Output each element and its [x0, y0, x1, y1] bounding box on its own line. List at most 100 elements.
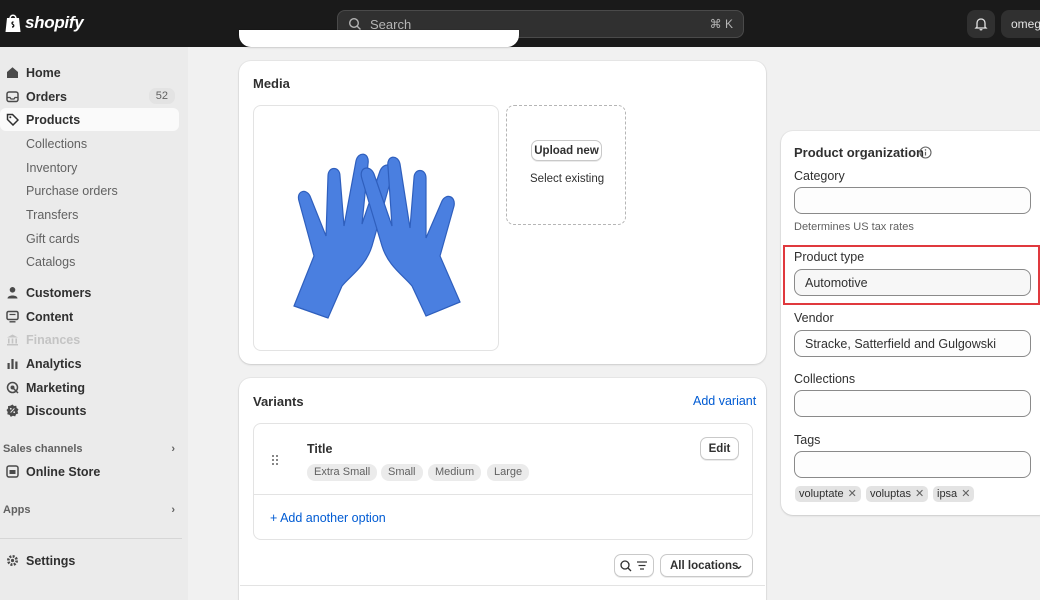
gloves-image: [293, 153, 461, 319]
sidebar-subitem-purchase-orders[interactable]: Purchase orders: [26, 184, 118, 198]
person-icon: [5, 286, 19, 300]
sidebar-subitem-catalogs[interactable]: Catalogs: [26, 255, 75, 269]
tag-label: voluptas: [870, 488, 911, 500]
sidebar-item-label: Analytics: [26, 356, 82, 371]
previous-card-edge: [239, 30, 519, 47]
sidebar-item-analytics[interactable]: Analytics: [0, 352, 179, 375]
store-menu-button[interactable]: omega: [1001, 10, 1040, 38]
add-another-option-label: Add another option: [280, 511, 386, 525]
bar-chart-icon: [5, 357, 19, 371]
collections-label: Collections: [794, 372, 856, 386]
gear-icon: [5, 554, 19, 568]
tags-input[interactable]: [794, 451, 1031, 478]
content-icon: [5, 310, 19, 324]
add-variant-link[interactable]: Add variant: [693, 394, 756, 408]
inbox-icon: [5, 90, 19, 104]
option-value-chip: Medium: [428, 464, 482, 481]
bell-icon: [974, 18, 988, 31]
plus-icon: +: [270, 511, 281, 525]
drag-handle-icon[interactable]: [271, 454, 279, 466]
sidebar-item-products[interactable]: Products: [0, 108, 179, 131]
sidebar-item-customers[interactable]: Customers: [0, 281, 179, 304]
tag-chip: voluptas ✕: [866, 486, 929, 502]
shopify-logo[interactable]: shopify: [4, 12, 84, 34]
category-help-text: Determines US tax rates: [794, 221, 914, 233]
collections-input[interactable]: [794, 390, 1031, 417]
apps-label: Apps: [3, 504, 31, 516]
category-label: Category: [794, 169, 845, 183]
sidebar-item-label: Discounts: [26, 403, 87, 418]
sidebar-item-label: Settings: [26, 553, 76, 568]
media-title: Media: [253, 76, 290, 91]
locations-label: All locations: [670, 560, 739, 572]
option-name: Title: [307, 442, 333, 456]
sidebar-item-label: Marketing: [26, 380, 86, 395]
vendor-label: Vendor: [794, 311, 834, 325]
locations-dropdown[interactable]: All locations ⌄: [660, 554, 753, 577]
sidebar-item-label: Finances: [26, 332, 81, 347]
sidebar-subitem-inventory[interactable]: Inventory: [26, 161, 77, 175]
sidebar-subitem-collections[interactable]: Collections: [26, 137, 87, 151]
notifications-button[interactable]: [967, 10, 995, 38]
chevron-down-icon: ⌄: [733, 557, 744, 572]
sidebar-item-label: Customers: [26, 285, 92, 300]
remove-tag-icon[interactable]: ✕: [961, 488, 970, 500]
add-another-option-link[interactable]: + Add another option: [270, 511, 386, 525]
tag-label: voluptate: [799, 488, 844, 500]
sidebar-subitem-gift-cards[interactable]: Gift cards: [26, 232, 80, 246]
sidebar-divider: [0, 538, 182, 539]
tag-icon: [5, 113, 19, 127]
media-dropzone[interactable]: [506, 105, 626, 225]
remove-tag-icon[interactable]: ✕: [848, 488, 857, 500]
chevron-right-icon: ›: [171, 504, 175, 516]
sidebar-item-label: Content: [26, 309, 74, 324]
product-image[interactable]: [253, 105, 499, 351]
sales-channels-label: Sales channels: [3, 443, 83, 455]
sales-channels-header[interactable]: Sales channels ›: [3, 443, 175, 455]
category-input[interactable]: [794, 187, 1031, 214]
select-existing-link[interactable]: Select existing: [530, 173, 604, 185]
storefront-icon: [5, 465, 19, 479]
table-header-divider: [240, 585, 765, 586]
sidebar-subitem-transfers[interactable]: Transfers: [26, 208, 78, 222]
shopify-bag-icon: [5, 14, 21, 32]
sidebar-item-content[interactable]: Content: [0, 305, 179, 328]
sidebar-item-discounts[interactable]: Discounts: [0, 399, 179, 422]
top-bar: shopify Search ⌘ K omega: [0, 0, 1040, 47]
upload-new-button[interactable]: Upload new: [531, 140, 602, 161]
option-value-chip: Small: [381, 464, 423, 481]
sidebar-item-marketing[interactable]: Marketing: [0, 376, 179, 399]
sidebar-item-online-store[interactable]: Online Store: [0, 460, 179, 483]
tag-chip: ipsa ✕: [933, 486, 975, 502]
sidebar-item-settings[interactable]: Settings: [0, 549, 179, 572]
search-filter-button[interactable]: [614, 554, 654, 577]
sidebar-item-label: Home: [26, 65, 61, 80]
product-organization-title: Product organization: [794, 145, 924, 160]
info-icon[interactable]: [919, 146, 932, 159]
tags-label: Tags: [794, 433, 821, 447]
vendor-input[interactable]: Stracke, Satterfield and Gulgowski: [794, 330, 1031, 357]
chevron-right-icon: ›: [171, 443, 175, 455]
sidebar: Home Orders 52 Products Collections Inve…: [0, 47, 188, 600]
tag-label: ipsa: [937, 488, 958, 500]
discount-icon: [5, 404, 19, 418]
brand-name: shopify: [25, 13, 84, 32]
option-value-chip: Large: [487, 464, 530, 481]
sidebar-item-label: Online Store: [26, 464, 101, 479]
bank-icon: [5, 333, 19, 347]
target-icon: [5, 381, 19, 395]
sidebar-item-label: Products: [26, 112, 81, 127]
sidebar-item-finances[interactable]: Finances: [0, 328, 179, 351]
tag-chip: voluptate ✕: [795, 486, 861, 502]
remove-tag-icon[interactable]: ✕: [915, 488, 924, 500]
search-icon: [348, 17, 361, 30]
option-divider: [254, 494, 752, 495]
sidebar-item-orders[interactable]: Orders 52: [0, 85, 179, 108]
search-filter-icon: [620, 560, 647, 572]
variants-title: Variants: [253, 394, 304, 409]
sidebar-item-home[interactable]: Home: [0, 61, 179, 84]
apps-header[interactable]: Apps ›: [3, 504, 175, 516]
search-shortcut: ⌘ K: [709, 17, 733, 31]
highlight-box: [783, 245, 1040, 305]
edit-option-button[interactable]: Edit: [700, 437, 739, 460]
